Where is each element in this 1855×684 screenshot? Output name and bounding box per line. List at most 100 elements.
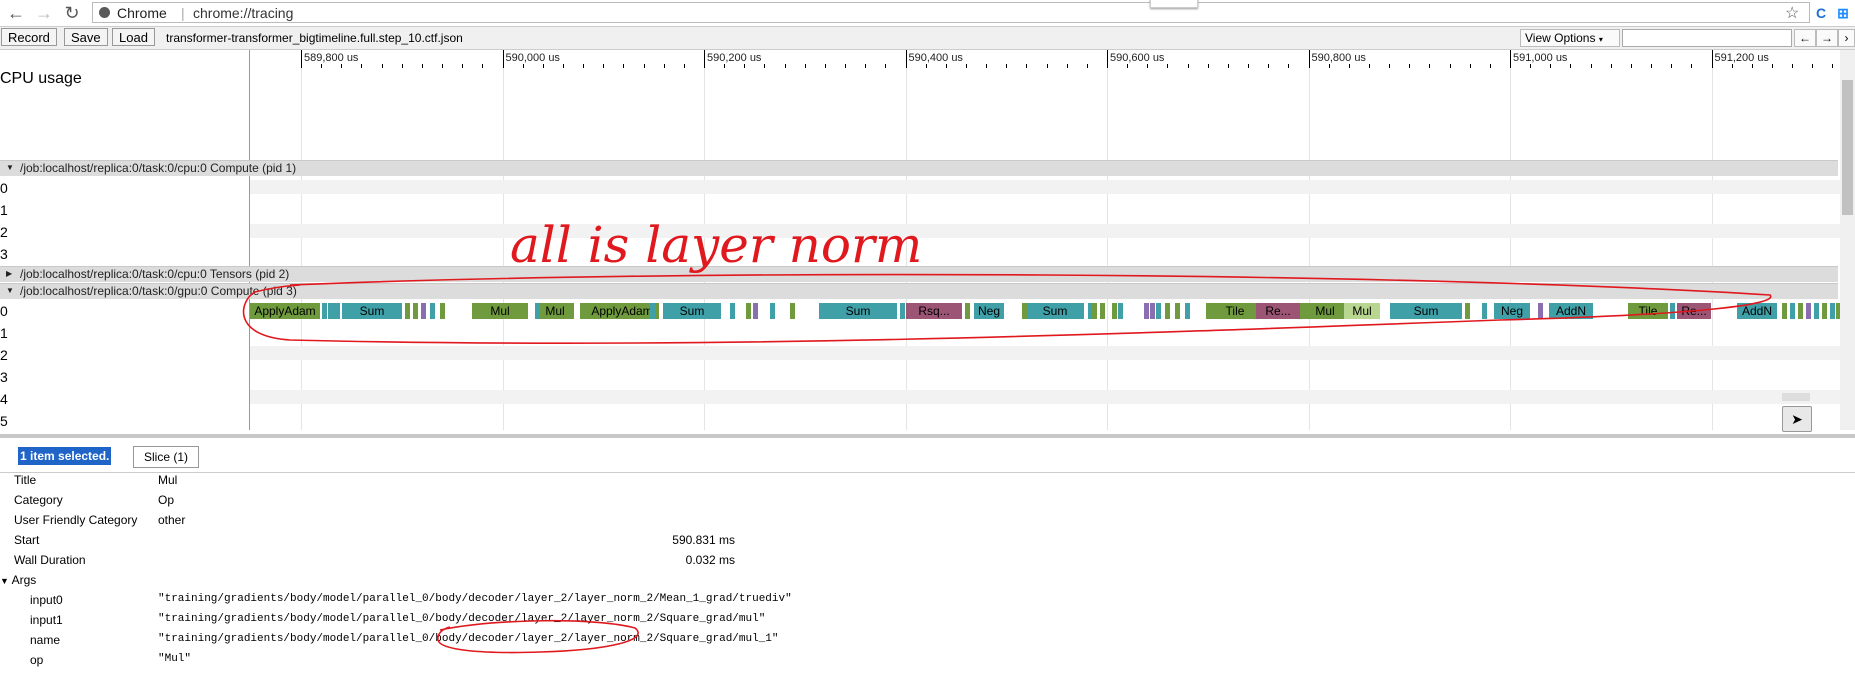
thread-row-track[interactable] — [250, 180, 1840, 194]
load-button[interactable]: Load — [112, 28, 155, 46]
trace-slice[interactable] — [746, 303, 751, 319]
trace-slice[interactable] — [580, 303, 585, 319]
reload-icon[interactable]: ↻ — [62, 3, 82, 23]
trace-slice[interactable] — [770, 303, 775, 319]
scrollbar-thumb[interactable] — [1842, 80, 1853, 215]
trace-slice[interactable] — [430, 303, 435, 319]
trace-slice[interactable] — [535, 303, 540, 319]
args-toggle[interactable]: ▼ Args — [0, 573, 36, 587]
trace-slice[interactable] — [1185, 303, 1190, 319]
prev-result-button[interactable]: ← — [1794, 29, 1816, 47]
thread-row-track[interactable] — [250, 390, 1840, 404]
process-header-pid2[interactable]: ▶ /job:localhost/replica:0/task:0/cpu:0 … — [0, 266, 1838, 282]
trace-slice[interactable]: Neg — [974, 303, 1004, 319]
extension-c-icon[interactable]: C — [1812, 4, 1830, 22]
panel-splitter[interactable] — [0, 434, 1855, 438]
thread-row-track[interactable] — [250, 224, 1840, 238]
back-arrow-icon[interactable]: ← — [6, 3, 26, 23]
trace-slice[interactable] — [405, 303, 410, 319]
trace-slice[interactable] — [1092, 303, 1097, 319]
toolbar-overflow-button[interactable]: › — [1838, 29, 1855, 47]
trace-slice[interactable]: Sum — [819, 303, 897, 319]
next-result-button[interactable]: → — [1816, 29, 1838, 47]
selection-cursor-icon[interactable]: ➤ — [1782, 406, 1812, 432]
process-header-pid3[interactable]: ▼ /job:localhost/replica:0/task:0/gpu:0 … — [0, 283, 1838, 299]
trace-slice[interactable] — [1670, 303, 1675, 319]
ruler-tick-label: 589,800 us — [304, 52, 359, 64]
collapse-triangle-icon: ▼ — [0, 576, 9, 586]
trace-slice[interactable] — [730, 303, 735, 319]
trace-slice[interactable] — [328, 303, 340, 319]
trace-slice[interactable]: Sum — [1026, 303, 1084, 319]
ruler-tick — [301, 50, 302, 68]
thread-row-track[interactable] — [250, 346, 1840, 360]
trace-slice[interactable] — [1790, 303, 1795, 319]
trace-slice[interactable]: Mul — [1344, 303, 1380, 319]
mouse-mode-grip[interactable] — [1782, 393, 1810, 401]
view-options-dropdown[interactable]: View Options ▾ — [1520, 29, 1620, 47]
trace-slice[interactable] — [1830, 303, 1835, 319]
trace-slice[interactable] — [1300, 303, 1305, 319]
trace-slice[interactable] — [440, 303, 445, 319]
trace-slice[interactable] — [1165, 303, 1170, 319]
process-header-pid1[interactable]: ▼ /job:localhost/replica:0/task:0/cpu:0 … — [0, 160, 1838, 176]
address-bar[interactable]: Chrome | chrome://tracing ☆ — [92, 2, 1810, 23]
trace-slice[interactable]: Neg — [1494, 303, 1530, 319]
thread-row-label: 2 — [0, 347, 8, 363]
trace-slice[interactable] — [1175, 303, 1180, 319]
trace-slice[interactable] — [1822, 303, 1827, 319]
trace-slice[interactable] — [1156, 303, 1161, 319]
trace-slice[interactable]: Mul — [536, 303, 574, 319]
trace-slice[interactable] — [965, 303, 970, 319]
trace-slice[interactable]: Mul — [472, 303, 528, 319]
time-grid-line — [905, 68, 907, 430]
trace-slice[interactable]: Re... — [1256, 303, 1300, 319]
windows-icon[interactable]: ⊞ — [1834, 4, 1852, 22]
save-button[interactable]: Save — [64, 28, 108, 46]
trace-slice[interactable] — [1798, 303, 1803, 319]
trace-slice[interactable] — [900, 303, 905, 319]
trace-slice[interactable]: ApplyAdam — [250, 303, 320, 319]
trace-slice[interactable]: Sum — [342, 303, 402, 319]
trace-slice[interactable] — [1150, 303, 1155, 319]
record-button[interactable]: Record — [1, 28, 57, 46]
trace-slice[interactable] — [1806, 303, 1811, 319]
forward-arrow-icon[interactable]: → — [34, 3, 54, 23]
trace-slice[interactable] — [1465, 303, 1470, 319]
trace-slice[interactable]: Mul — [1305, 303, 1345, 319]
gpu-slice-track[interactable]: ApplyAdam Sum Mul Mul ApplyAdam Sum Sum Rsq... N… — [250, 303, 1841, 319]
trace-slice[interactable]: Tile — [1628, 303, 1668, 319]
arg-key: input1 — [30, 613, 63, 627]
trace-slice[interactable] — [1782, 303, 1787, 319]
trace-slice[interactable]: ApplyAdam — [585, 303, 659, 319]
trace-slice[interactable]: Rsq... — [906, 303, 962, 319]
collapse-triangle-icon[interactable]: ▼ — [6, 284, 14, 298]
trace-slice[interactable] — [650, 303, 655, 319]
trace-slice[interactable]: AddN — [1549, 303, 1593, 319]
expand-triangle-icon[interactable]: ▶ — [6, 267, 12, 281]
trace-slice[interactable]: Sum — [1390, 303, 1462, 319]
trace-slice[interactable] — [1144, 303, 1149, 319]
time-grid-line — [502, 68, 504, 430]
search-input[interactable] — [1622, 29, 1792, 47]
trace-slice[interactable] — [1022, 303, 1027, 319]
trace-slice[interactable] — [322, 303, 327, 319]
trace-slice[interactable] — [1118, 303, 1123, 319]
time-ruler[interactable]: 589,800 us 590,000 us 590,200 us 590,400 us… — [250, 50, 1854, 69]
trace-slice[interactable]: AddN — [1737, 303, 1777, 319]
trace-slice[interactable]: Re... — [1677, 303, 1711, 319]
app-name: Chrome — [117, 5, 167, 21]
trace-slice[interactable] — [753, 303, 758, 319]
trace-slice[interactable] — [1112, 303, 1117, 319]
trace-slice[interactable] — [1482, 303, 1487, 319]
tab-slice[interactable]: Slice (1) — [133, 446, 199, 468]
trace-slice[interactable] — [790, 303, 795, 319]
trace-slice[interactable] — [1538, 303, 1543, 319]
trace-slice[interactable]: Sum — [663, 303, 721, 319]
trace-slice[interactable] — [1100, 303, 1105, 319]
trace-slice[interactable] — [413, 303, 418, 319]
trace-slice[interactable] — [421, 303, 426, 319]
bookmark-star-icon[interactable]: ☆ — [1785, 3, 1799, 23]
collapse-triangle-icon[interactable]: ▼ — [6, 161, 14, 175]
trace-slice[interactable] — [1814, 303, 1819, 319]
